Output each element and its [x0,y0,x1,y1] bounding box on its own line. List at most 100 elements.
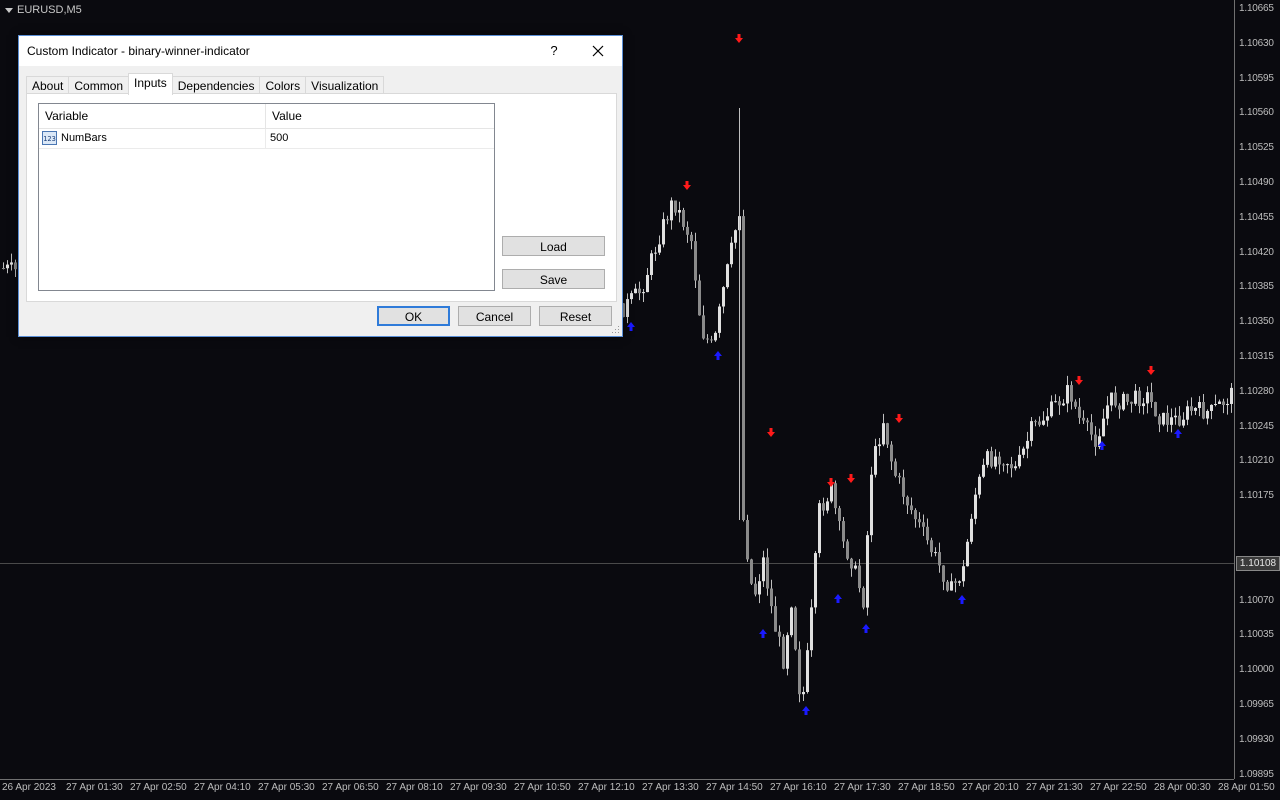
candle-body [630,293,633,300]
integer-type-icon: 123 [42,131,57,145]
candle-body [1090,422,1093,435]
cancel-button[interactable]: Cancel [458,306,531,326]
price-tick-label: 1.10315 [1239,351,1274,362]
candle-body [650,253,653,275]
candle-body [1210,404,1213,411]
load-button[interactable]: Load [502,236,605,256]
candle-body [1106,405,1109,419]
time-tick-label: 27 Apr 01:30 [66,782,123,793]
time-tick-label: 27 Apr 02:50 [130,782,187,793]
candle-body [922,522,925,527]
candle-body [1150,392,1153,403]
time-tick-label: 27 Apr 20:10 [962,782,1019,793]
candle-body [2,268,5,269]
column-header-value[interactable]: Value [266,104,302,128]
candle-body [1178,415,1181,426]
column-header-variable[interactable]: Variable [39,104,88,128]
candle-body [790,607,793,636]
candle-body [666,219,669,221]
candle-body [926,526,929,541]
candle-body [1194,407,1197,411]
price-tick-label: 1.10210 [1239,455,1274,467]
candle-body [918,519,921,523]
symbol-label: EURUSD,M5 [17,4,82,16]
candle-body [782,636,785,669]
candle-body [726,264,729,288]
candle-body [1170,417,1173,425]
time-tick-label: 27 Apr 10:50 [514,782,571,793]
candle-body [1126,393,1129,402]
candle-body [914,510,917,520]
candle-body [982,464,985,477]
candle-body [854,565,857,569]
reset-button[interactable]: Reset [539,306,612,326]
candle-body [662,219,665,245]
candle-body [1094,434,1097,447]
price-tick-label: 1.09895 [1239,768,1274,780]
ok-button[interactable]: OK [377,306,450,326]
candle-body [638,288,641,294]
candle-body [718,306,721,333]
time-tick-label: 28 Apr 01:50 [1218,782,1275,793]
chart-symbol[interactable]: EURUSD,M5 [5,4,82,16]
candle-body [1046,416,1049,421]
candle-body [890,444,893,462]
candle-body [1110,392,1113,406]
candle-body [6,264,9,269]
help-button[interactable]: ? [544,41,564,61]
candle-body [1006,464,1009,466]
tab-strip: About Common Inputs Dependencies Colors … [26,73,385,95]
candle-body [734,230,737,243]
candle-body [706,338,709,340]
candle-body [906,496,909,506]
candle-body [994,456,997,467]
candle-body [670,200,673,221]
candle-body [1070,385,1073,402]
grid-header: Variable Value [39,104,494,129]
tab-inputs[interactable]: Inputs [128,73,173,95]
candle-body [842,521,845,542]
candle-body [786,635,789,669]
close-button[interactable] [587,40,609,62]
candle-body [1130,401,1133,404]
candle-body [1074,401,1077,407]
candle-body [722,287,725,307]
time-tick-label: 27 Apr 04:10 [194,782,251,793]
candle-body [730,242,733,265]
variable-value[interactable]: 500 [270,129,288,148]
candle-body [846,541,849,559]
candle-body [1142,403,1145,407]
candle-body [1114,392,1117,406]
candle-body [746,520,749,560]
candle-body [1206,410,1209,419]
dialog-titlebar[interactable]: Custom Indicator - binary-winner-indicat… [19,36,622,66]
resize-grip-icon[interactable] [612,326,620,334]
variable-name: NumBars [61,132,107,144]
candle-body [1198,402,1201,408]
price-tick-label: 1.10665 [1239,3,1274,14]
candle-body [774,606,777,632]
time-tick-label: 27 Apr 22:50 [1090,782,1147,793]
candle-body [754,583,757,595]
candle-body [1018,454,1021,467]
price-tick-label: 1.10245 [1239,420,1274,432]
candle-body [682,209,685,227]
candle-body [1014,466,1017,469]
candle-body [778,631,781,637]
candle-body [794,607,797,650]
save-button[interactable]: Save [502,269,605,289]
candle-body [1222,401,1225,406]
candle-body [1066,385,1069,404]
candle-body [1190,406,1193,411]
candle-body [950,581,953,591]
candle-body [1182,419,1185,426]
candle-body [1186,406,1189,420]
table-row[interactable]: 123 NumBars 500 [39,129,494,149]
price-tick-label: 1.10560 [1239,107,1274,119]
close-icon [592,45,604,57]
candle-body [1026,440,1029,449]
candle-body [674,200,677,213]
time-tick-label: 27 Apr 13:30 [642,782,699,793]
candle-body [1134,390,1137,404]
candle-body [710,339,713,341]
